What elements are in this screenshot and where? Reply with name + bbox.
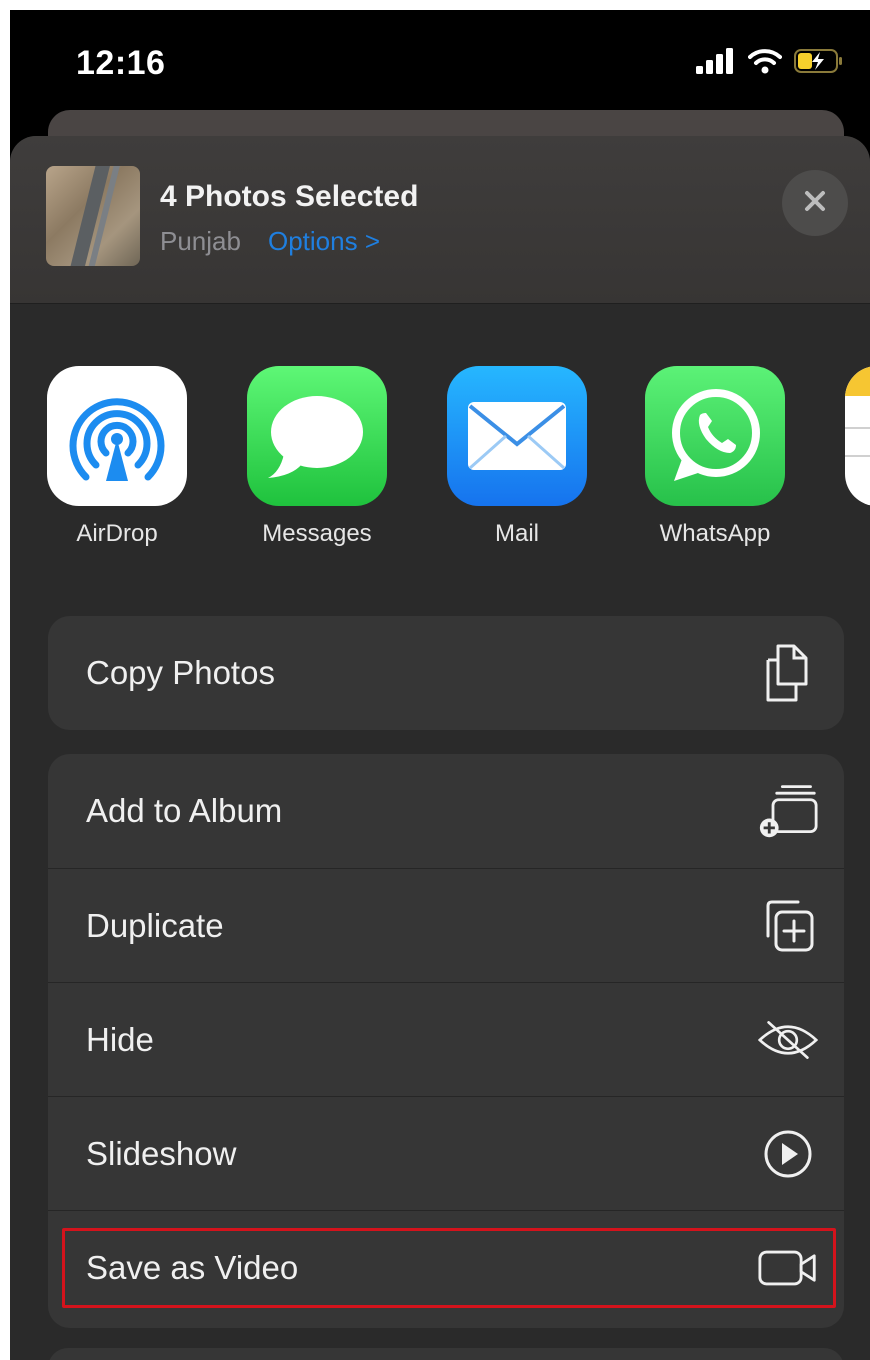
whatsapp-icon	[645, 366, 785, 506]
app-airdrop[interactable]: AirDrop	[32, 366, 202, 548]
airdrop-icon	[47, 366, 187, 506]
duplicate-label: Duplicate	[86, 906, 224, 944]
app-label-mail: Mail	[494, 520, 539, 547]
share-title: 4 Photos Selected	[160, 180, 419, 213]
slideshow-label: Slideshow	[86, 1134, 237, 1172]
copy-icon	[758, 643, 818, 703]
app-notes[interactable]	[830, 366, 870, 506]
next-action-group	[48, 1348, 844, 1360]
status-icons	[696, 48, 844, 79]
duplicate-row[interactable]: Duplicate	[48, 868, 844, 982]
app-label-whatsapp: WhatsApp	[659, 520, 771, 547]
status-bar: 12:16	[10, 10, 870, 120]
hide-row[interactable]: Hide	[48, 982, 844, 1096]
messages-icon	[247, 366, 387, 506]
wifi-icon	[748, 48, 782, 79]
hide-eye-icon	[758, 1010, 818, 1070]
status-time: 12:16	[76, 44, 166, 82]
app-label-messages: Messages	[262, 520, 372, 547]
notes-icon	[845, 366, 870, 506]
cellular-signal-icon	[696, 48, 736, 79]
location-label: Punjab	[160, 226, 241, 256]
share-sheet-header: 4 Photos Selected Punjab Options >	[10, 136, 870, 304]
copy-photos-label: Copy Photos	[86, 654, 275, 691]
hide-label: Hide	[86, 1020, 154, 1058]
app-mail[interactable]: Mail	[432, 366, 602, 548]
close-icon	[801, 187, 829, 220]
slideshow-row[interactable]: Slideshow	[48, 1096, 844, 1210]
duplicate-icon	[758, 896, 818, 956]
app-messages[interactable]: Messages	[232, 366, 402, 548]
add-to-album-row[interactable]: Add to Album	[48, 754, 844, 868]
phone-screen: 12:16 4 Photos Selected Punjab Options >…	[10, 10, 870, 1360]
share-apps-row: AirDrop Messages Mail WhatsApp	[10, 366, 870, 566]
mail-icon	[447, 366, 587, 506]
app-whatsapp[interactable]: WhatsApp	[630, 366, 800, 548]
copy-photos-row[interactable]: Copy Photos	[48, 616, 844, 730]
close-button[interactable]	[782, 170, 848, 236]
highlight-box	[62, 1228, 836, 1308]
app-label-airdrop: AirDrop	[76, 520, 158, 547]
add-to-album-icon	[758, 781, 818, 841]
options-link[interactable]: Options >	[268, 226, 380, 257]
photo-thumbnail	[46, 166, 140, 266]
play-circle-icon	[758, 1124, 818, 1184]
action-group-copy: Copy Photos	[48, 616, 844, 730]
add-to-album-label: Add to Album	[86, 792, 283, 829]
battery-charging-icon	[794, 48, 844, 79]
